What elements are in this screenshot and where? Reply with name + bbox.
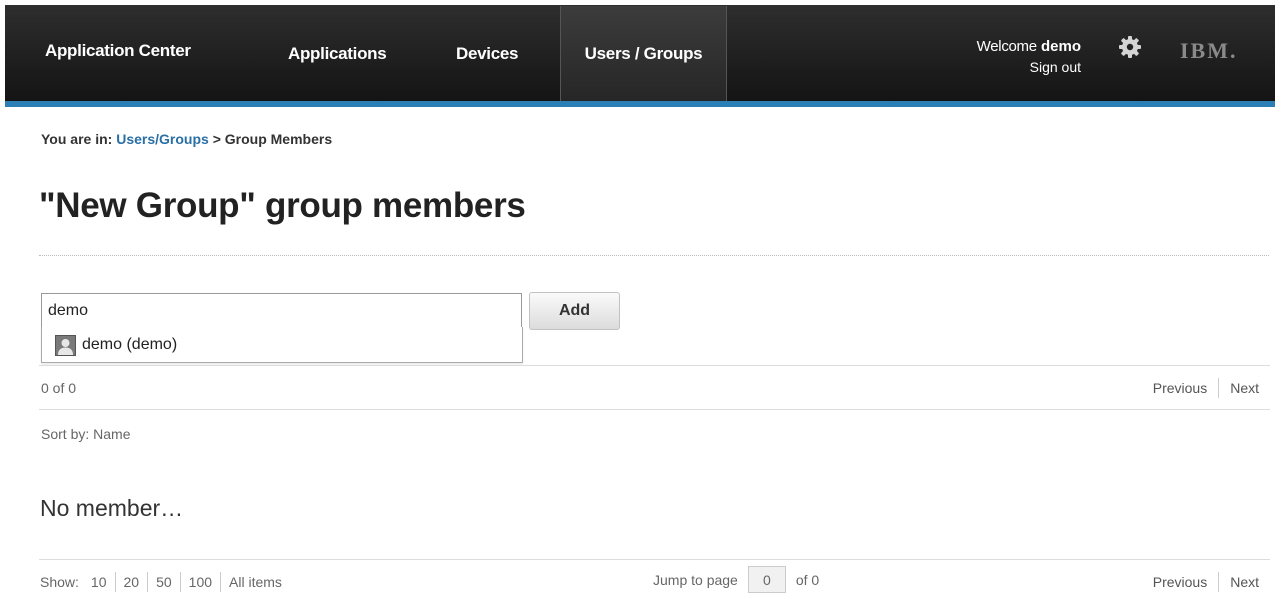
welcome-block: Welcome demo Sign out xyxy=(977,36,1081,78)
next-link[interactable]: Next xyxy=(1230,574,1259,590)
nav-devices[interactable]: Devices xyxy=(456,6,518,102)
suggestion-label: demo (demo) xyxy=(82,336,178,353)
breadcrumb-prefix: You are in: xyxy=(41,131,113,147)
breadcrumb-separator: > xyxy=(212,131,221,147)
next-link[interactable]: Next xyxy=(1230,380,1259,396)
user-icon xyxy=(55,334,76,356)
pager-divider xyxy=(1218,378,1220,398)
sign-out-link[interactable]: Sign out xyxy=(977,57,1081,78)
page-number-input[interactable] xyxy=(747,566,786,593)
show-label: Show: xyxy=(40,574,79,590)
breadcrumb-current: Group Members xyxy=(224,131,333,147)
size-divider xyxy=(220,572,222,592)
ibm-logo: IBM. xyxy=(1180,38,1238,62)
jump-to-page: Jump to page of 0 xyxy=(653,566,819,593)
top-navigation-bar: Application Center Applications Devices … xyxy=(5,3,1275,102)
previous-link[interactable]: Previous xyxy=(1153,380,1207,396)
footer-divider xyxy=(39,559,1270,560)
breadcrumb: You are in: Users/Groups > Group Members xyxy=(41,131,332,147)
gear-icon[interactable] xyxy=(1118,35,1142,59)
breadcrumb-users-groups-link[interactable]: Users/Groups xyxy=(116,131,209,147)
previous-link[interactable]: Previous xyxy=(1153,574,1207,590)
svg-text:IBM.: IBM. xyxy=(1180,38,1238,62)
nav-applications[interactable]: Applications xyxy=(288,6,387,102)
app-center-brand[interactable]: Application Center xyxy=(45,3,191,99)
empty-list-message: No member… xyxy=(40,495,184,521)
page-size-10[interactable]: 10 xyxy=(91,574,107,590)
page-size-selector: Show: 10 20 50 100 All items xyxy=(40,572,282,592)
top-pager: Previous Next xyxy=(1153,378,1259,398)
bottom-pager: Previous Next xyxy=(1153,572,1259,592)
suggestion-dropdown: demo (demo) xyxy=(41,327,523,363)
size-divider xyxy=(147,572,149,592)
size-divider xyxy=(114,572,116,592)
jump-label: Jump to page xyxy=(653,571,738,588)
size-divider xyxy=(179,572,181,592)
username: demo xyxy=(1040,38,1081,55)
member-search-input[interactable] xyxy=(41,293,522,328)
list-header-divider xyxy=(39,409,1270,410)
pager-divider xyxy=(1218,572,1220,592)
sort-by[interactable]: Sort by: Name xyxy=(41,426,130,442)
page-total: of 0 xyxy=(795,571,820,588)
topbar-accent-stripe xyxy=(5,101,1275,107)
title-divider xyxy=(39,255,1269,256)
page-size-all[interactable]: All items xyxy=(229,574,282,590)
list-top-divider xyxy=(39,365,1270,366)
page-title: "New Group" group members xyxy=(39,186,526,225)
add-button[interactable]: Add xyxy=(529,292,620,330)
result-count: 0 of 0 xyxy=(41,380,77,396)
nav-users-groups[interactable]: Users / Groups xyxy=(560,6,727,102)
welcome-label: Welcome xyxy=(976,38,1037,55)
suggestion-item[interactable]: demo (demo) xyxy=(42,327,522,363)
page-size-20[interactable]: 20 xyxy=(124,574,140,590)
page-size-50[interactable]: 50 xyxy=(156,574,172,590)
page-size-100[interactable]: 100 xyxy=(189,574,212,590)
